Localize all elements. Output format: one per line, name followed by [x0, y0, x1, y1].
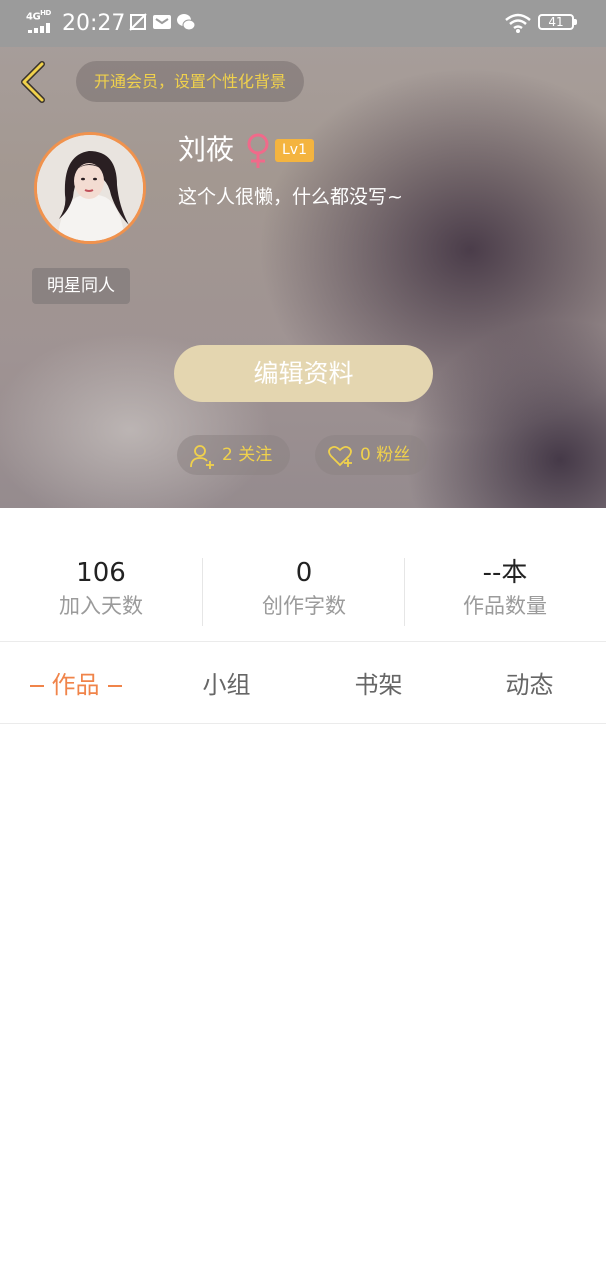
stat-word-count: 0 创作字数: [203, 555, 405, 621]
clock: 20:27: [62, 11, 126, 36]
tab-content-area: [0, 724, 606, 1280]
tab-bookshelf[interactable]: 书架: [303, 664, 454, 706]
profile-header: 4GHD 20:27 41 开通会员，设置个性化背景 明星同人 刘莜 Lv1 这…: [0, 0, 606, 508]
following-count: 2 关注: [222, 445, 273, 465]
wifi-icon: [505, 13, 531, 33]
stat-days-joined: 106 加入天数: [0, 555, 202, 621]
stat-label: 加入天数: [59, 594, 143, 618]
tab-activity[interactable]: 动态: [454, 664, 605, 706]
mail-notification-icon: [153, 15, 171, 29]
stat-value: 106: [76, 558, 126, 588]
stat-value: 0: [295, 558, 313, 588]
back-icon[interactable]: [14, 56, 54, 108]
female-gender-icon: [247, 133, 269, 168]
tab-groups[interactable]: 小组: [151, 664, 302, 706]
wechat-notification-icon: [177, 14, 196, 31]
following-button[interactable]: 2 关注: [177, 435, 290, 475]
user-add-icon: [190, 445, 214, 469]
battery-icon: 41: [538, 14, 577, 30]
stat-label: 作品数量: [463, 594, 547, 618]
tab-works[interactable]: 作品: [0, 664, 151, 706]
stat-value: --本: [482, 558, 528, 588]
profile-tag: 明星同人: [32, 268, 130, 304]
signal-icon: 4GHD: [26, 9, 56, 35]
active-tab-indicator: [29, 685, 44, 687]
active-tab-indicator: [107, 685, 122, 687]
bio-text: 这个人很懒，什么都没写~: [178, 186, 403, 208]
fans-button[interactable]: 0 粉丝: [315, 435, 428, 475]
stat-works-count: --本 作品数量: [404, 555, 606, 621]
level-badge: Lv1: [275, 139, 314, 162]
fans-count: 0 粉丝: [360, 445, 411, 465]
avatar[interactable]: [34, 132, 146, 244]
heart-add-icon: [328, 445, 352, 467]
username: 刘莜: [178, 133, 235, 166]
divider: [0, 641, 606, 642]
edit-profile-button[interactable]: 编辑资料: [174, 345, 433, 402]
screenshot-notification-icon: [129, 13, 147, 31]
vip-background-banner[interactable]: 开通会员，设置个性化背景: [76, 61, 305, 102]
status-bar: 4GHD 20:27 41: [0, 0, 606, 47]
stat-label: 创作字数: [262, 594, 346, 618]
